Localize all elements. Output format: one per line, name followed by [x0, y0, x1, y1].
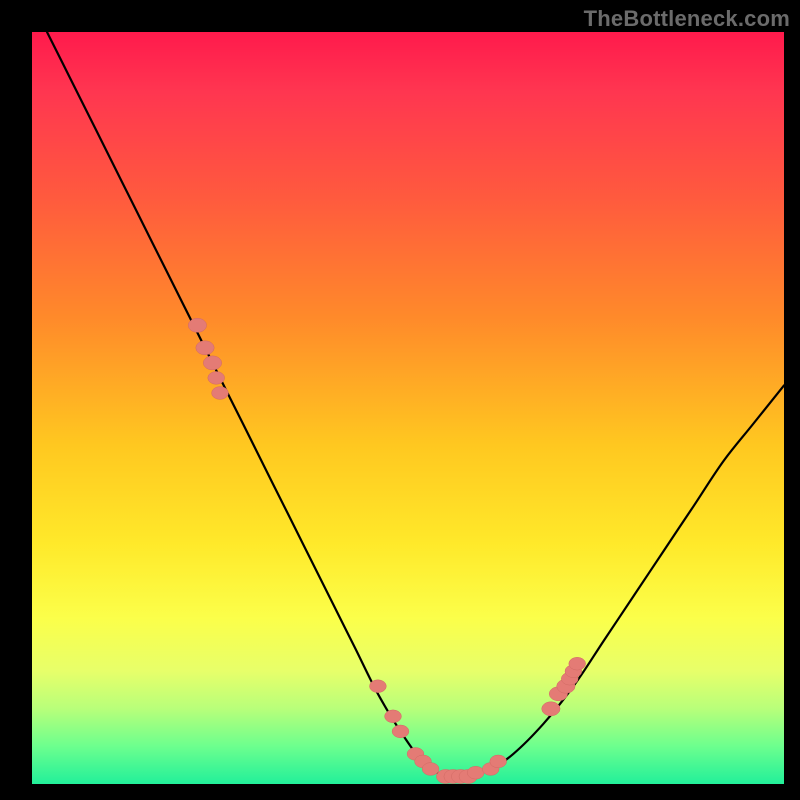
plot-area — [32, 32, 784, 784]
curve-markers — [188, 318, 585, 783]
curve-marker — [490, 755, 507, 768]
curve-marker — [467, 766, 484, 779]
curve-marker — [203, 356, 221, 370]
watermark-label: TheBottleneck.com — [584, 6, 790, 32]
curve-marker — [208, 372, 225, 385]
curve-marker — [422, 763, 439, 776]
curve-marker — [212, 387, 229, 400]
chart-frame: TheBottleneck.com — [0, 0, 800, 800]
curve-marker — [542, 702, 560, 716]
chart-svg — [32, 32, 784, 784]
curve-marker — [196, 341, 214, 355]
curve-marker — [370, 680, 387, 693]
curve-marker — [569, 657, 586, 670]
curve-marker — [188, 318, 206, 332]
bottleneck-curve — [47, 32, 784, 778]
curve-marker — [385, 710, 402, 723]
curve-marker — [392, 725, 409, 738]
